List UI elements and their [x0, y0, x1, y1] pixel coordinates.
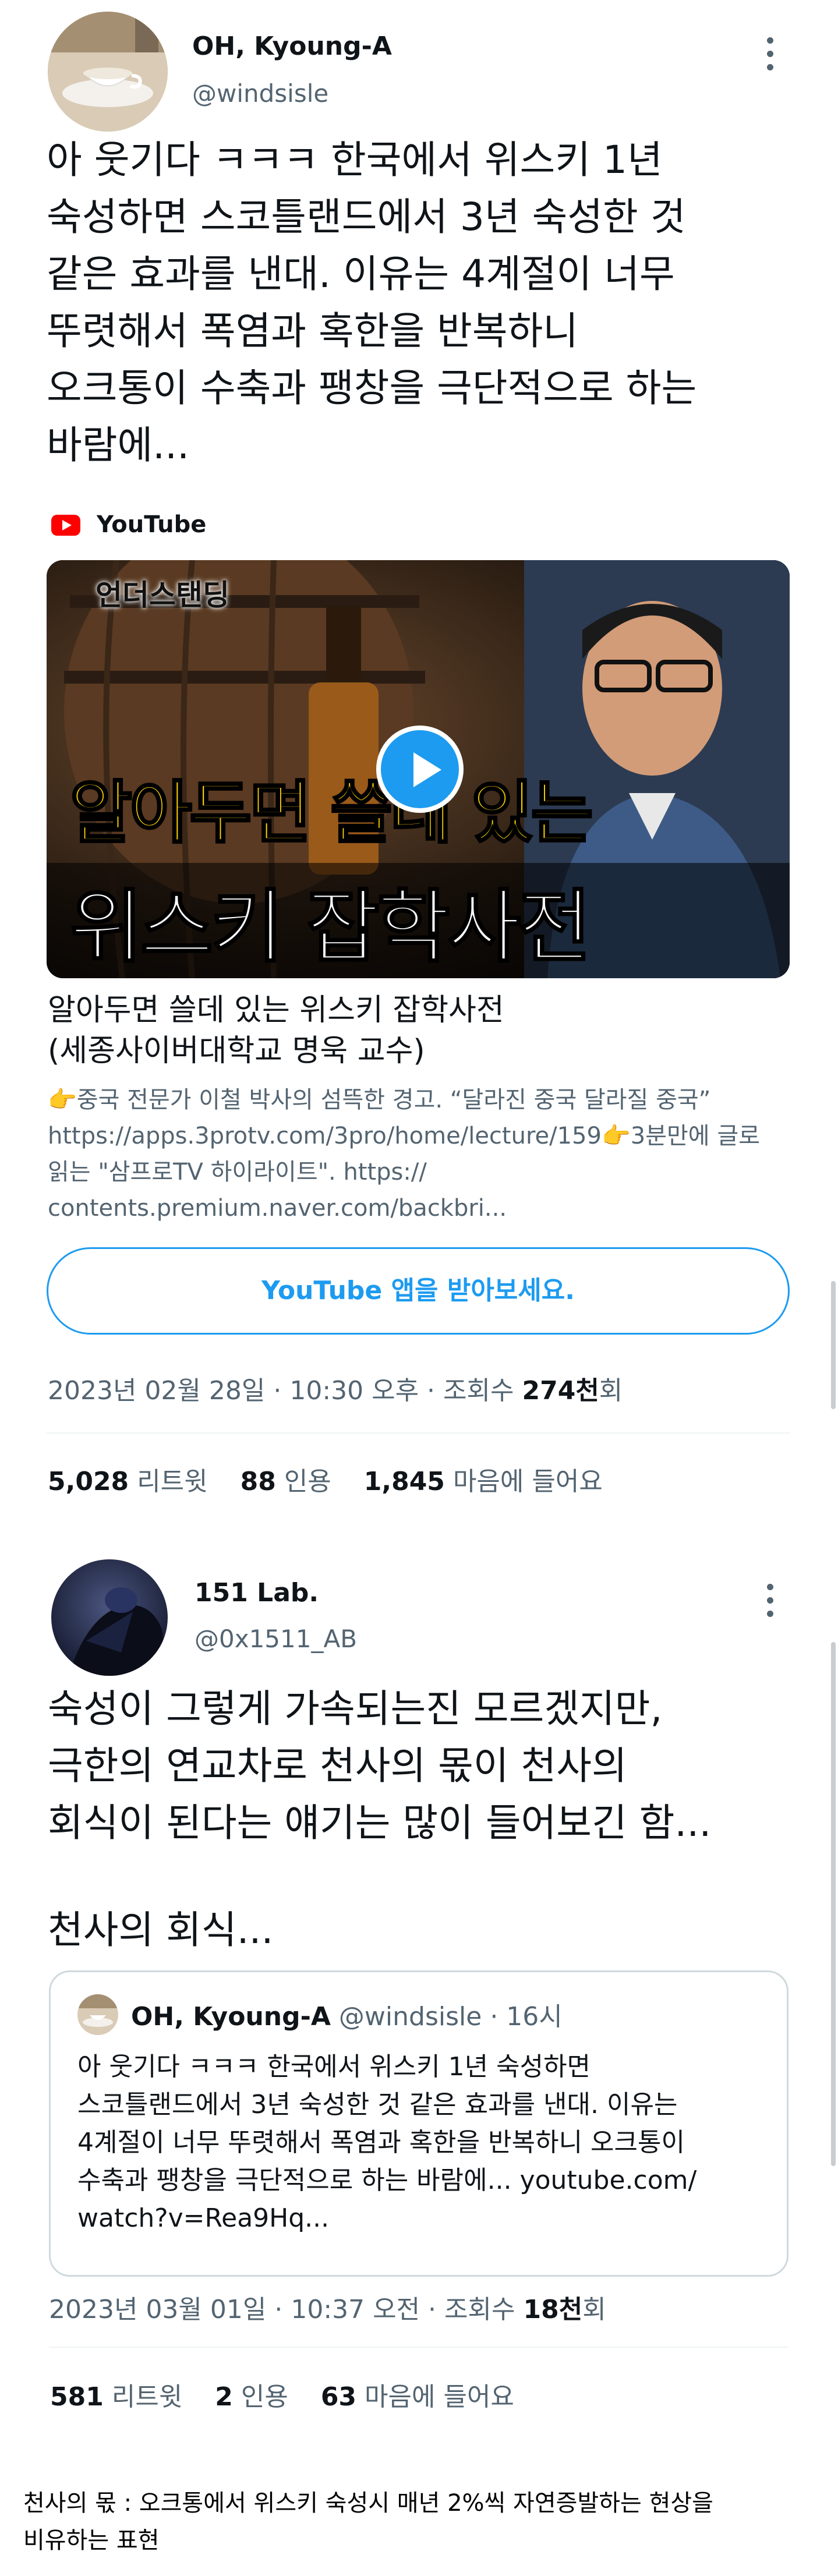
thumbnail-headline-2: 위스키 잡학사전 — [69, 881, 592, 975]
quoted-author-line: OH, Kyoung-A @windsisle · 16시 — [131, 1995, 563, 2033]
quoted-avatar[interactable] — [77, 1994, 118, 2035]
more-options-icon[interactable] — [764, 37, 776, 77]
tweet-text: 아 웃기다 ㅋㅋㅋ 한국에서 위스키 1년 숙성하면 스코틀랜드에서 3년 숙성… — [47, 137, 697, 468]
youtube-app-button[interactable]: YouTube 앱을 받아보세요. — [47, 1247, 790, 1335]
engagement-stats: 5,028 리트윗 88 인용 1,845 마음에 들어요 — [48, 1460, 603, 1498]
tweet-timestamp: 2023년 02월 28일 · 10:30 오후 · 조회수 274천회 — [48, 1370, 623, 1407]
quoted-time: · 16시 — [490, 2002, 563, 2032]
footnote-line-1: 천사의 몫 : 오크통에서 위스키 숙성시 매년 2%씩 자연증발하는 현상을 — [23, 2490, 713, 2517]
view-count: 18천 — [523, 2295, 583, 2324]
author-name[interactable]: OH, Kyoung-A — [192, 31, 392, 61]
engagement-stats: 581 리트윗 2 인용 63 마음에 들어요 — [50, 2376, 514, 2413]
quote-count[interactable]: 2 — [215, 2382, 233, 2412]
card-title[interactable]: 알아두면 쓸데 있는 위스키 잡학사전 (세종사이버대학교 명욱 교수) — [48, 990, 793, 1071]
card-description-4: contents.premium.naver.com/backbri... — [48, 1195, 507, 1222]
timestamp-text[interactable]: 2023년 02월 28일 · 10:30 오후 · 조회수 — [48, 1376, 522, 1406]
thumbnail-headline-1: 알아두면 쓸데 있는 — [69, 773, 595, 854]
like-count[interactable]: 63 — [321, 2382, 356, 2412]
scrollbar[interactable] — [831, 1281, 836, 1409]
card-description-3: 읽는 "삼프로TV 하이라이트". https:// — [48, 1159, 427, 1186]
thumbnail-tag: 언더스탠딩 — [96, 578, 229, 612]
youtube-logo-icon — [51, 515, 80, 536]
quote-label[interactable]: 인용 — [241, 2382, 288, 2412]
youtube-app-button-label: YouTube 앱을 받아보세요. — [261, 1276, 575, 1305]
retweet-label[interactable]: 리트윗 — [112, 2382, 182, 2412]
quoted-author-name: OH, Kyoung-A — [131, 2002, 331, 2032]
like-label[interactable]: 마음에 들어요 — [365, 2382, 514, 2412]
retweet-count[interactable]: 5,028 — [48, 1467, 129, 1496]
author-handle[interactable]: @windsisle — [192, 79, 328, 108]
quoted-tweet[interactable]: OH, Kyoung-A @windsisle · 16시 아 웃기다 ㅋㅋㅋ … — [49, 1970, 789, 2277]
tweet-timestamp: 2023년 03월 01일 · 10:37 오전 · 조회수 18천회 — [49, 2288, 606, 2326]
card-description-1: 👉중국 전문가 이철 박사의 섬뜩한 경고. “달라진 중국 달라질 중국” — [48, 1087, 711, 1113]
like-label[interactable]: 마음에 들어요 — [453, 1467, 603, 1496]
tweet-text: 숙성이 그렇게 가속되는진 모르겠지만, 극한의 연교차로 천사의 몫이 천사의… — [48, 1686, 712, 1845]
view-suffix: 회 — [599, 1376, 623, 1406]
quote-count[interactable]: 88 — [241, 1467, 276, 1496]
retweet-count[interactable]: 581 — [50, 2382, 104, 2412]
quoted-text: 아 웃기다 ㅋㅋㅋ 한국에서 위스키 1년 숙성하면 스코틀랜드에서 3년 숙성… — [77, 2052, 697, 2233]
more-options-icon[interactable] — [764, 1584, 776, 1624]
scrollbar[interactable] — [831, 1642, 836, 2166]
card-description-2: https://apps.3protv.com/3pro/home/lectur… — [48, 1123, 760, 1149]
divider — [49, 2347, 789, 2348]
divider — [47, 1432, 790, 1434]
avatar[interactable] — [51, 1559, 168, 1676]
view-suffix: 회 — [582, 2295, 606, 2324]
card-source: YouTube — [97, 511, 207, 538]
video-thumbnail[interactable]: 언더스탠딩 알아두면 쓸데 있는 위스키 잡학사전 — [47, 560, 790, 978]
like-count[interactable]: 1,845 — [364, 1467, 445, 1496]
author-name[interactable]: 151 Lab. — [195, 1578, 319, 1608]
quoted-author-handle: @windsisle — [338, 2002, 482, 2032]
retweet-label[interactable]: 리트윗 — [137, 1467, 207, 1496]
play-button-icon[interactable] — [376, 726, 464, 813]
tweet-text-2: 천사의 회식... — [48, 1908, 274, 1952]
avatar[interactable] — [48, 12, 168, 132]
timestamp-text[interactable]: 2023년 03월 01일 · 10:37 오전 · 조회수 — [49, 2295, 523, 2324]
view-count: 274천 — [522, 1376, 599, 1406]
footnote-line-2: 비유하는 표현 — [23, 2527, 160, 2554]
quote-label[interactable]: 인용 — [284, 1467, 331, 1496]
author-handle[interactable]: @0x1511_AB — [195, 1625, 357, 1653]
